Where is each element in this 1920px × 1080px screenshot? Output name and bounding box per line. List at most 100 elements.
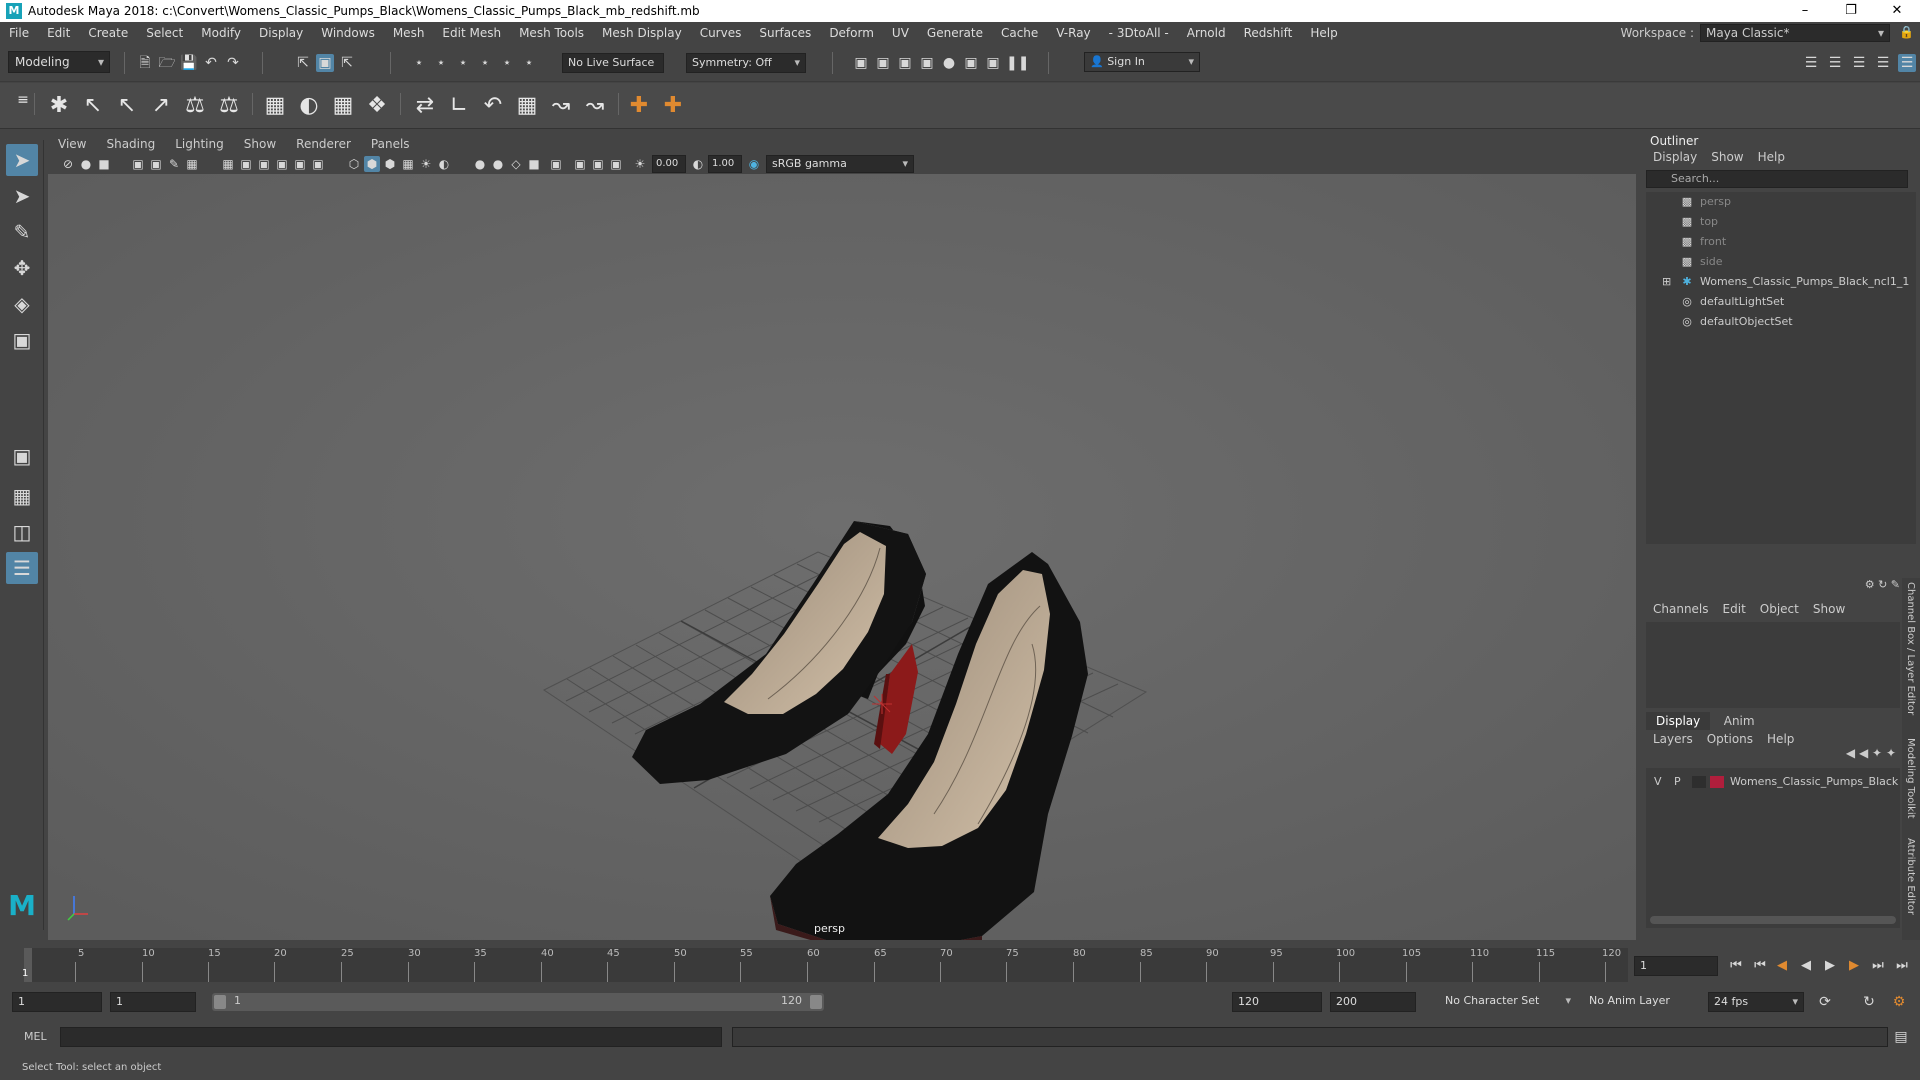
rotate-tool-icon[interactable]: ◈ — [6, 288, 38, 320]
viewport-menu-view[interactable]: View — [48, 137, 96, 151]
constraint-point-icon[interactable]: ∟ — [444, 91, 474, 121]
step-forward-key-icon[interactable]: ⏭ — [1868, 956, 1888, 976]
save-scene-icon[interactable]: 💾 — [180, 54, 198, 72]
viewport-menu-shading[interactable]: Shading — [96, 137, 165, 151]
scale-tool-icon[interactable]: ▣ — [6, 324, 38, 356]
menu-help[interactable]: Help — [1301, 26, 1346, 40]
step-forward-frame-icon[interactable]: ▶ — [1844, 956, 1864, 976]
tab-display[interactable]: Display — [1646, 712, 1711, 730]
smooth-bind-icon[interactable]: ▦ — [260, 91, 290, 121]
play-forwards-icon[interactable]: ▶ — [1820, 956, 1840, 976]
gate-mask-icon[interactable]: ▣ — [292, 156, 308, 172]
modeling-toolkit-icon[interactable]: ☰ — [1802, 54, 1820, 72]
isolate-select-icon[interactable]: ▣ — [548, 156, 564, 172]
menu-vray[interactable]: V-Ray — [1047, 26, 1099, 40]
attribute-editor-icon[interactable]: ☰ — [1826, 54, 1844, 72]
layers-menu-layers[interactable]: Layers — [1646, 732, 1700, 746]
field-chart-icon[interactable]: ▦ — [220, 156, 236, 172]
xray-icon[interactable]: ▣ — [572, 156, 588, 172]
character-set-select[interactable]: No Character Set — [1440, 992, 1576, 1012]
loop-icon[interactable]: ⟳ — [1816, 993, 1834, 1011]
range-handle-right[interactable] — [810, 995, 822, 1009]
outliner-search-input[interactable]: Search... — [1646, 170, 1908, 188]
hypershade-icon[interactable]: ● — [940, 54, 958, 72]
safe-title-icon[interactable]: ▣ — [256, 156, 272, 172]
layer-color-swatch[interactable] — [1710, 776, 1724, 788]
viewport-persp[interactable]: persp — [48, 174, 1636, 940]
render-setup-icon[interactable]: ▣ — [962, 54, 980, 72]
layer-scrollbar[interactable] — [1650, 916, 1896, 924]
ambient-occlusion-icon[interactable]: ● — [472, 156, 488, 172]
shadows-icon[interactable]: ◐ — [436, 156, 452, 172]
multisample-aa-icon[interactable]: ◇ — [508, 156, 524, 172]
outliner-toggle-icon[interactable]: ☰ — [1898, 54, 1916, 72]
redo-icon[interactable]: ↷ — [224, 54, 242, 72]
minimize-button[interactable]: – — [1782, 0, 1828, 22]
two-view-icon[interactable]: ◫ — [6, 516, 38, 548]
render-settings-icon[interactable]: ▣ — [918, 54, 936, 72]
command-language-toggle[interactable]: MEL — [24, 1030, 47, 1043]
wireframe-icon[interactable]: ⬡ — [346, 156, 362, 172]
constraint-parent-icon[interactable]: ⇄ — [410, 91, 440, 121]
script-editor-icon[interactable]: ▤ — [1892, 1028, 1910, 1046]
set-driven-key-icon[interactable]: ✚ — [624, 91, 654, 121]
select-component-icon[interactable]: ⇱ — [338, 54, 356, 72]
four-view-icon[interactable]: ▦ — [6, 480, 38, 512]
move-layer-down-icon[interactable]: ◀ — [1859, 746, 1868, 760]
viewport-menu-panels[interactable]: Panels — [361, 137, 420, 151]
outliner-item-top[interactable]: ▩ top — [1646, 212, 1916, 232]
select-object-icon[interactable]: ▣ — [316, 54, 334, 72]
motion-blur-icon[interactable]: ● — [490, 156, 506, 172]
symmetry-select[interactable]: Symmetry: Off — [686, 53, 806, 73]
bookmarks-icon[interactable]: ■ — [96, 156, 112, 172]
outliner-layout-icon[interactable]: ☰ — [6, 552, 38, 584]
channel-menu-show[interactable]: Show — [1806, 602, 1852, 616]
constraint-scale-icon[interactable]: ▦ — [512, 91, 542, 121]
menu-mesh-tools[interactable]: Mesh Tools — [510, 26, 593, 40]
viewport-menu-lighting[interactable]: Lighting — [165, 137, 234, 151]
menu-arnold[interactable]: Arnold — [1178, 26, 1235, 40]
anim-layer-select[interactable]: No Anim Layer — [1584, 992, 1688, 1012]
new-scene-icon[interactable]: 🗎 — [136, 54, 154, 72]
menu-3dtoall[interactable]: - 3DtoAll - — [1100, 26, 1178, 40]
ik-handle-icon[interactable]: ↖ — [78, 91, 108, 121]
xray-components-icon[interactable]: ▣ — [608, 156, 624, 172]
outliner-menu-display[interactable]: Display — [1646, 150, 1704, 164]
grid-toggle-icon[interactable]: ▦ — [184, 156, 200, 172]
outliner-item-default-object-set[interactable]: ◎ defaultObjectSet — [1646, 312, 1916, 332]
render-view-icon[interactable]: ▣ — [852, 54, 870, 72]
snap-point-icon[interactable]: ⋆ — [454, 54, 472, 72]
layer-name[interactable]: Womens_Classic_Pumps_Black — [1730, 772, 1898, 792]
humanik-icon[interactable]: ⚖ — [180, 91, 210, 121]
camera-select-icon[interactable]: ⊘ — [60, 156, 76, 172]
menu-mesh[interactable]: Mesh — [384, 26, 434, 40]
gamma-icon[interactable]: ◐ — [690, 156, 706, 172]
color-space-select[interactable]: sRGB gamma — [766, 155, 914, 173]
pause-icon[interactable]: ❚❚ — [1006, 54, 1029, 72]
layer-visibility-toggle[interactable]: V — [1654, 772, 1662, 792]
channel-key-icon[interactable]: ⚙ — [1865, 578, 1875, 591]
layer-type-toggle[interactable] — [1692, 776, 1706, 788]
side-tab-modeling-toolkit[interactable]: Modeling Toolkit — [1905, 738, 1916, 819]
color-management-icon[interactable]: ◉ — [746, 156, 762, 172]
outliner-item-persp[interactable]: ▩ persp — [1646, 192, 1916, 212]
go-to-start-icon[interactable]: ⏮ — [1726, 956, 1746, 976]
channel-edit-icon[interactable]: ✎ — [1891, 578, 1900, 591]
exposure-field[interactable]: 0.00 — [652, 155, 686, 173]
menu-generate[interactable]: Generate — [918, 26, 992, 40]
range-slider-bar[interactable]: 1 120 — [212, 993, 824, 1011]
range-handle-left[interactable] — [214, 995, 226, 1009]
menu-display[interactable]: Display — [250, 26, 312, 40]
outliner-item-front[interactable]: ▩ front — [1646, 232, 1916, 252]
play-backwards-icon[interactable]: ◀ — [1796, 956, 1816, 976]
select-tool-icon[interactable]: ➤ — [6, 144, 38, 176]
quick-rig-icon[interactable]: ⚖ — [214, 91, 244, 121]
lasso-tool-icon[interactable]: ➤ — [6, 180, 38, 212]
layer-row[interactable]: V P Womens_Classic_Pumps_Black — [1646, 772, 1900, 792]
select-hierarchy-icon[interactable]: ⇱ — [294, 54, 312, 72]
camera-attributes-icon[interactable]: ● — [78, 156, 94, 172]
constraint-aim-icon[interactable]: ↝ — [546, 91, 576, 121]
viewport-menu-show[interactable]: Show — [234, 137, 286, 151]
step-back-key-icon[interactable]: ⏮ — [1750, 956, 1770, 976]
snap-curve-icon[interactable]: ⋆ — [432, 54, 450, 72]
